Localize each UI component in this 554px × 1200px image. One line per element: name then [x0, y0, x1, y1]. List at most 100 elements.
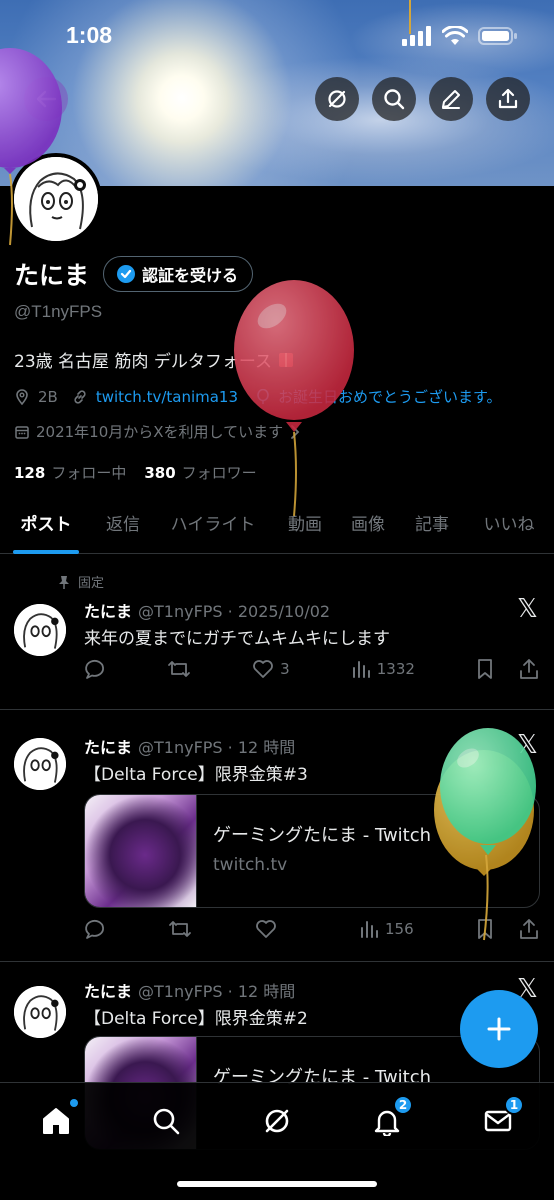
calendar-icon	[15, 425, 29, 439]
birthday-message[interactable]: お誕生日おめでとうございます。	[278, 386, 502, 407]
card-title: ゲーミングたにま - Twitch	[213, 825, 432, 846]
post-item[interactable]: たにま @T1nyFPS · 12 時間 𝕏 【Delta Force】限界金策#…	[0, 710, 554, 962]
card-thumbnail	[85, 795, 197, 907]
signal-icon	[402, 26, 431, 46]
location-text: 2B	[38, 387, 58, 406]
analytics-icon	[360, 921, 378, 938]
pencil-icon	[442, 90, 460, 109]
share-button[interactable]	[486, 77, 530, 121]
post-avatar[interactable]	[14, 604, 66, 656]
share-icon[interactable]	[518, 918, 540, 940]
heart-icon	[253, 660, 274, 678]
plus-icon	[487, 1017, 511, 1041]
bookmark-icon[interactable]	[476, 918, 494, 940]
profile-handle: @T1nyFPS	[14, 302, 103, 321]
post-header: たにま @T1nyFPS · 12 時間	[84, 734, 295, 758]
like-button[interactable]: 3	[252, 659, 290, 679]
tab-highlights[interactable]: ハイライト	[166, 500, 260, 553]
repost-button[interactable]	[167, 658, 191, 680]
profile-avatar[interactable]	[10, 153, 102, 245]
repost-icon	[168, 661, 190, 677]
home-indicator	[177, 1181, 377, 1187]
heart-icon	[255, 920, 276, 938]
post-actions: 3 1332	[84, 658, 540, 680]
search-button[interactable]	[372, 77, 416, 121]
get-verified-label: 認証を受ける	[142, 266, 239, 285]
post-text: 来年の夏までにガチでムキムキにします	[84, 629, 390, 649]
profile-bio: 23歳 名古屋 筋肉 デルタフォース	[14, 347, 540, 372]
messages-badge: 1	[504, 1095, 524, 1115]
reply-icon	[85, 659, 104, 679]
tab-posts[interactable]: ポスト	[13, 500, 79, 554]
bookmark-icon[interactable]	[476, 658, 494, 680]
notifications-badge: 2	[393, 1095, 413, 1115]
avatar-illustration	[14, 157, 98, 241]
back-arrow-icon	[36, 90, 57, 108]
post-handle-time: @T1nyFPS · 2025/10/02	[138, 602, 331, 621]
post-item[interactable]: 固定 たにま @T1nyFPS · 2025/10/02 𝕏 来年の夏までにガチで…	[0, 554, 554, 710]
grok-button[interactable]	[315, 77, 359, 121]
home-icon	[43, 1108, 69, 1134]
post-author-name[interactable]: たにま	[84, 982, 132, 1001]
pinned-label: 固定	[78, 576, 105, 591]
nav-grok[interactable]	[257, 1101, 297, 1141]
grok-icon	[328, 90, 346, 108]
edit-button[interactable]	[429, 77, 473, 121]
post-header: たにま @T1nyFPS · 12 時間	[84, 978, 295, 1002]
views-button[interactable]: 156	[359, 919, 414, 939]
following-link[interactable]: 128 フォロー中	[14, 462, 126, 483]
post-avatar[interactable]	[14, 738, 66, 790]
profile-info: たにま 認証を受ける @T1nyFPS 23歳 名古屋 筋肉 デルタフォース 2…	[14, 256, 540, 483]
repost-button[interactable]	[168, 918, 192, 940]
followers-link[interactable]: 380 フォロワー	[144, 462, 256, 483]
post-avatar[interactable]	[14, 986, 66, 1038]
profile-tabs: ポスト 返信 ハイライト 動画 画像 記事 いいね	[0, 500, 554, 554]
share-icon[interactable]	[518, 658, 540, 680]
pinned-indicator: 固定	[58, 572, 104, 591]
profile-link[interactable]: twitch.tv/tanima13	[96, 388, 238, 406]
post-author-name[interactable]: たにま	[84, 738, 132, 757]
avatar-illustration	[14, 738, 66, 790]
reply-button[interactable]	[84, 658, 106, 680]
post-handle-time: @T1nyFPS · 12 時間	[138, 738, 296, 757]
bio-text: 23歳 名古屋 筋肉 デルタフォース	[14, 352, 272, 372]
x-logo-icon: 𝕏	[517, 730, 538, 760]
reply-button[interactable]	[84, 918, 106, 940]
view-count: 1332	[376, 660, 415, 678]
like-count: 3	[280, 660, 290, 678]
like-button[interactable]	[255, 919, 297, 939]
nav-home[interactable]	[36, 1099, 78, 1141]
nav-search[interactable]	[146, 1101, 186, 1141]
link-card[interactable]: ゲーミングたにま - Twitch twitch.tv	[84, 794, 540, 908]
avatar-illustration	[14, 604, 66, 656]
chevron-right-icon[interactable]	[289, 424, 301, 440]
post-author-name[interactable]: たにま	[84, 602, 132, 621]
followers-count: 380	[144, 464, 176, 482]
tab-likes[interactable]: いいね	[478, 500, 540, 553]
following-count: 128	[14, 464, 46, 482]
nav-messages[interactable]: 1	[478, 1095, 524, 1141]
profile-meta: 2B twitch.tv/tanima13 お誕生日おめでとうございます。	[14, 386, 540, 407]
joined-text: 2021年10月からXを利用しています	[36, 423, 284, 441]
home-new-dot	[70, 1099, 78, 1107]
grok-icon	[265, 1109, 289, 1133]
post-text: 【Delta Force】限界金策#3	[84, 765, 308, 785]
display-name: たにま	[14, 261, 90, 290]
tab-photos[interactable]: 画像	[347, 500, 389, 553]
compose-post-button[interactable]	[460, 990, 538, 1068]
status-bar: 1:08	[0, 0, 554, 70]
location-icon	[16, 388, 28, 405]
status-time: 1:08	[66, 22, 113, 48]
tab-articles[interactable]: 記事	[411, 500, 453, 553]
nav-notifications[interactable]: 2	[367, 1095, 413, 1141]
link-icon	[74, 389, 86, 404]
followers-label: フォロワー	[181, 464, 257, 482]
post-handle-time: @T1nyFPS · 12 時間	[138, 982, 296, 1001]
tab-videos[interactable]: 動画	[284, 500, 326, 553]
wifi-icon	[442, 26, 468, 45]
tab-replies[interactable]: 返信	[102, 500, 144, 553]
get-verified-button[interactable]: 認証を受ける	[103, 256, 254, 292]
card-domain: twitch.tv	[213, 855, 288, 875]
back-button[interactable]	[24, 77, 68, 121]
views-button[interactable]: 1332	[351, 659, 415, 679]
